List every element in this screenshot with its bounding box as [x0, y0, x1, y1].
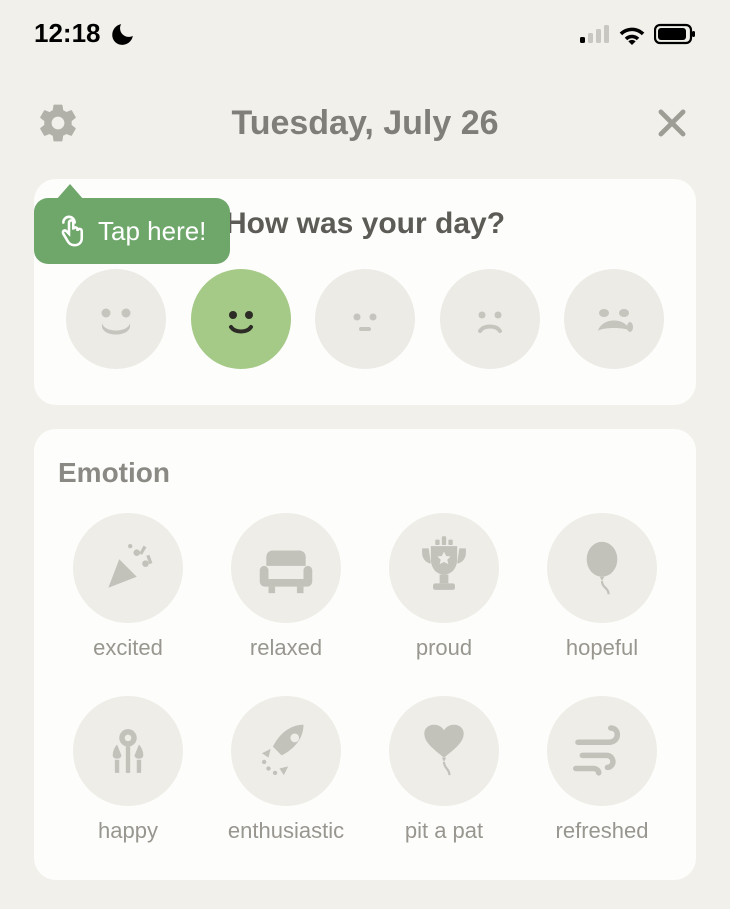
mood-awful[interactable]: [564, 269, 664, 369]
tap-hand-icon: [52, 214, 86, 248]
flowers-icon: [93, 716, 163, 786]
status-time: 12:18: [34, 18, 101, 49]
tooltip-text: Tap here!: [98, 216, 206, 247]
mood-good[interactable]: [191, 269, 291, 369]
emotion-label: relaxed: [226, 635, 346, 660]
heart-balloon-icon: [409, 716, 479, 786]
date-title: Tuesday, July 26: [82, 104, 648, 143]
emotion-label: proud: [384, 635, 504, 660]
dnd-moon-icon: [109, 21, 135, 47]
emotion-label: happy: [68, 818, 188, 843]
emotion-label: hopeful: [542, 635, 662, 660]
close-button[interactable]: [648, 99, 696, 147]
emotion-pitapat[interactable]: pit a pat: [374, 696, 514, 843]
emotion-proud[interactable]: proud: [374, 513, 514, 660]
armchair-icon: [251, 533, 321, 603]
confetti-icon: [93, 533, 163, 603]
gear-icon: [36, 101, 80, 145]
mood-neutral[interactable]: [315, 269, 415, 369]
header: Tuesday, July 26: [0, 59, 730, 171]
mood-great[interactable]: [66, 269, 166, 369]
mood-bad[interactable]: [440, 269, 540, 369]
emotion-enthusiastic[interactable]: enthusiastic: [216, 696, 356, 843]
emotion-refreshed[interactable]: refreshed: [532, 696, 672, 843]
emotion-grid: excited relaxed proud hopeful happy: [58, 513, 672, 844]
battery-icon: [654, 23, 696, 45]
wifi-icon: [618, 23, 646, 45]
status-bar: 12:18: [0, 0, 730, 59]
settings-button[interactable]: [34, 99, 82, 147]
rocket-icon: [251, 716, 321, 786]
emotion-relaxed[interactable]: relaxed: [216, 513, 356, 660]
emotion-title: Emotion: [58, 457, 672, 489]
wind-icon: [567, 716, 637, 786]
emotion-label: excited: [68, 635, 188, 660]
balloon-icon: [567, 533, 637, 603]
tap-here-tooltip[interactable]: Tap here!: [34, 198, 230, 264]
emotion-excited[interactable]: excited: [58, 513, 198, 660]
mood-row: [58, 269, 672, 369]
emotion-happy[interactable]: happy: [58, 696, 198, 843]
cell-signal-icon: [580, 23, 610, 45]
emotion-label: enthusiastic: [226, 818, 346, 843]
emotion-label: refreshed: [542, 818, 662, 843]
trophy-icon: [409, 533, 479, 603]
emotion-hopeful[interactable]: hopeful: [532, 513, 672, 660]
emotion-card: Emotion excited relaxed proud hopeful: [34, 429, 696, 880]
close-icon: [653, 104, 691, 142]
emotion-label: pit a pat: [384, 818, 504, 843]
